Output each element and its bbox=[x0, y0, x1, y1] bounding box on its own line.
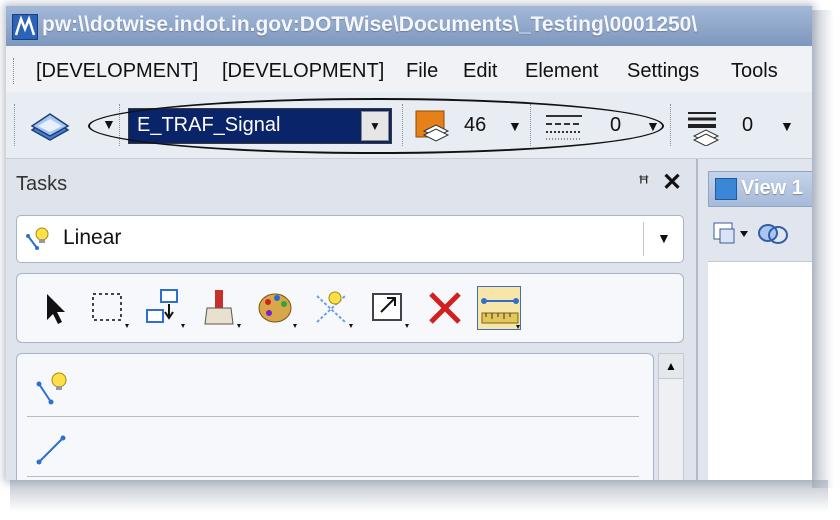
level-display-dropdown-arrow[interactable]: ▼ bbox=[102, 116, 116, 132]
line-weight-icon[interactable] bbox=[686, 108, 724, 147]
menu-development-1[interactable]: [DEVELOPMENT] bbox=[36, 60, 198, 83]
tasks-header: Tasks ꟸ ✕ bbox=[6, 159, 696, 203]
menu-settings[interactable]: Settings bbox=[627, 60, 699, 83]
smartline-bulb-icon bbox=[36, 372, 67, 405]
menu-element[interactable]: Element bbox=[525, 60, 598, 83]
pin-icon[interactable]: ꟸ bbox=[638, 171, 650, 196]
view-canvas[interactable] bbox=[708, 261, 812, 480]
tool-list-panel bbox=[16, 353, 654, 480]
view-pane: View 1 bbox=[696, 159, 812, 480]
toolbar-separator bbox=[402, 104, 406, 146]
element-selection-icon[interactable] bbox=[31, 286, 75, 330]
tab-view-1[interactable]: View 1 bbox=[708, 171, 812, 207]
place-line-icon bbox=[36, 435, 66, 465]
line-style-value: 0 bbox=[610, 114, 622, 136]
active-color-icon[interactable] bbox=[414, 109, 452, 143]
window-title: pw:\\dotwise.indot.in.gov:DOTWise\Docume… bbox=[42, 13, 698, 36]
delete-icon[interactable] bbox=[423, 286, 467, 330]
menu-grip[interactable] bbox=[13, 58, 17, 84]
menu-development-2[interactable]: [DEVELOPMENT] bbox=[222, 60, 384, 83]
dropdown-divider bbox=[643, 222, 644, 256]
linear-task-icon bbox=[25, 226, 51, 252]
smart-line-icon[interactable] bbox=[311, 286, 355, 330]
menu-tools[interactable]: Tools bbox=[731, 60, 778, 83]
palette-icon[interactable] bbox=[255, 286, 299, 330]
list-item[interactable] bbox=[27, 358, 639, 417]
task-tool-row bbox=[16, 273, 684, 343]
task-dropdown[interactable]: Linear ▼ bbox=[16, 215, 684, 263]
chevron-down-icon[interactable]: ▼ bbox=[657, 230, 671, 246]
chevron-down-icon[interactable]: ▼ bbox=[361, 111, 389, 141]
view-toolbar bbox=[712, 219, 812, 249]
toolbar-separator bbox=[670, 104, 674, 146]
frame-shadow-right bbox=[812, 10, 834, 488]
scroll-up-icon[interactable]: ▲ bbox=[659, 354, 683, 379]
menu-file[interactable]: File bbox=[406, 60, 438, 83]
task-dropdown-value: Linear bbox=[63, 226, 122, 249]
toolbar-separator bbox=[119, 104, 123, 146]
attributes-toolbar: ▼ E_TRAF_Signal ▼ 46 ▼ 0 ▼ 0 ▼ bbox=[6, 92, 812, 159]
close-icon[interactable]: ✕ bbox=[662, 168, 682, 197]
active-level-value: E_TRAF_Signal bbox=[137, 114, 281, 136]
view-display-icon[interactable] bbox=[758, 224, 788, 244]
tasks-title: Tasks bbox=[16, 173, 68, 195]
group-icon[interactable] bbox=[143, 286, 187, 330]
measure-icon[interactable] bbox=[477, 286, 521, 330]
active-level-select[interactable]: E_TRAF_Signal ▼ bbox=[128, 108, 392, 144]
line-style-icon[interactable] bbox=[544, 112, 584, 142]
application-window: pw:\\dotwise.indot.in.gov:DOTWise\Docume… bbox=[6, 6, 812, 480]
view-attributes-icon[interactable] bbox=[713, 222, 735, 244]
view-attributes-dropdown-arrow[interactable] bbox=[740, 231, 748, 237]
frame-shadow-bottom bbox=[10, 480, 828, 512]
level-manager-icon[interactable] bbox=[28, 110, 72, 144]
toolbar-grip[interactable] bbox=[14, 104, 18, 146]
menu-bar: [DEVELOPMENT] [DEVELOPMENT] File Edit El… bbox=[6, 50, 812, 92]
list-scrollbar[interactable]: ▲ bbox=[658, 353, 684, 480]
line-weight-value: 0 bbox=[742, 114, 754, 136]
line-weight-dropdown-arrow[interactable]: ▼ bbox=[780, 118, 794, 134]
change-attributes-icon[interactable] bbox=[199, 286, 243, 330]
fence-icon[interactable] bbox=[87, 286, 131, 330]
list-item[interactable] bbox=[27, 418, 639, 477]
toolbar-separator bbox=[530, 104, 534, 146]
active-color-value: 46 bbox=[464, 114, 487, 136]
scale-icon[interactable] bbox=[367, 286, 411, 330]
title-bar: pw:\\dotwise.indot.in.gov:DOTWise\Docume… bbox=[6, 6, 812, 46]
view-cube-icon bbox=[715, 178, 737, 200]
view-tab-label: View 1 bbox=[741, 177, 803, 199]
color-dropdown-arrow[interactable]: ▼ bbox=[508, 118, 522, 134]
line-style-dropdown-arrow[interactable]: ▼ bbox=[646, 118, 660, 134]
microstation-app-icon bbox=[12, 14, 38, 40]
menu-edit[interactable]: Edit bbox=[463, 60, 497, 83]
tasks-panel: Tasks ꟸ ✕ Linear ▼ ▲ bbox=[6, 159, 696, 480]
